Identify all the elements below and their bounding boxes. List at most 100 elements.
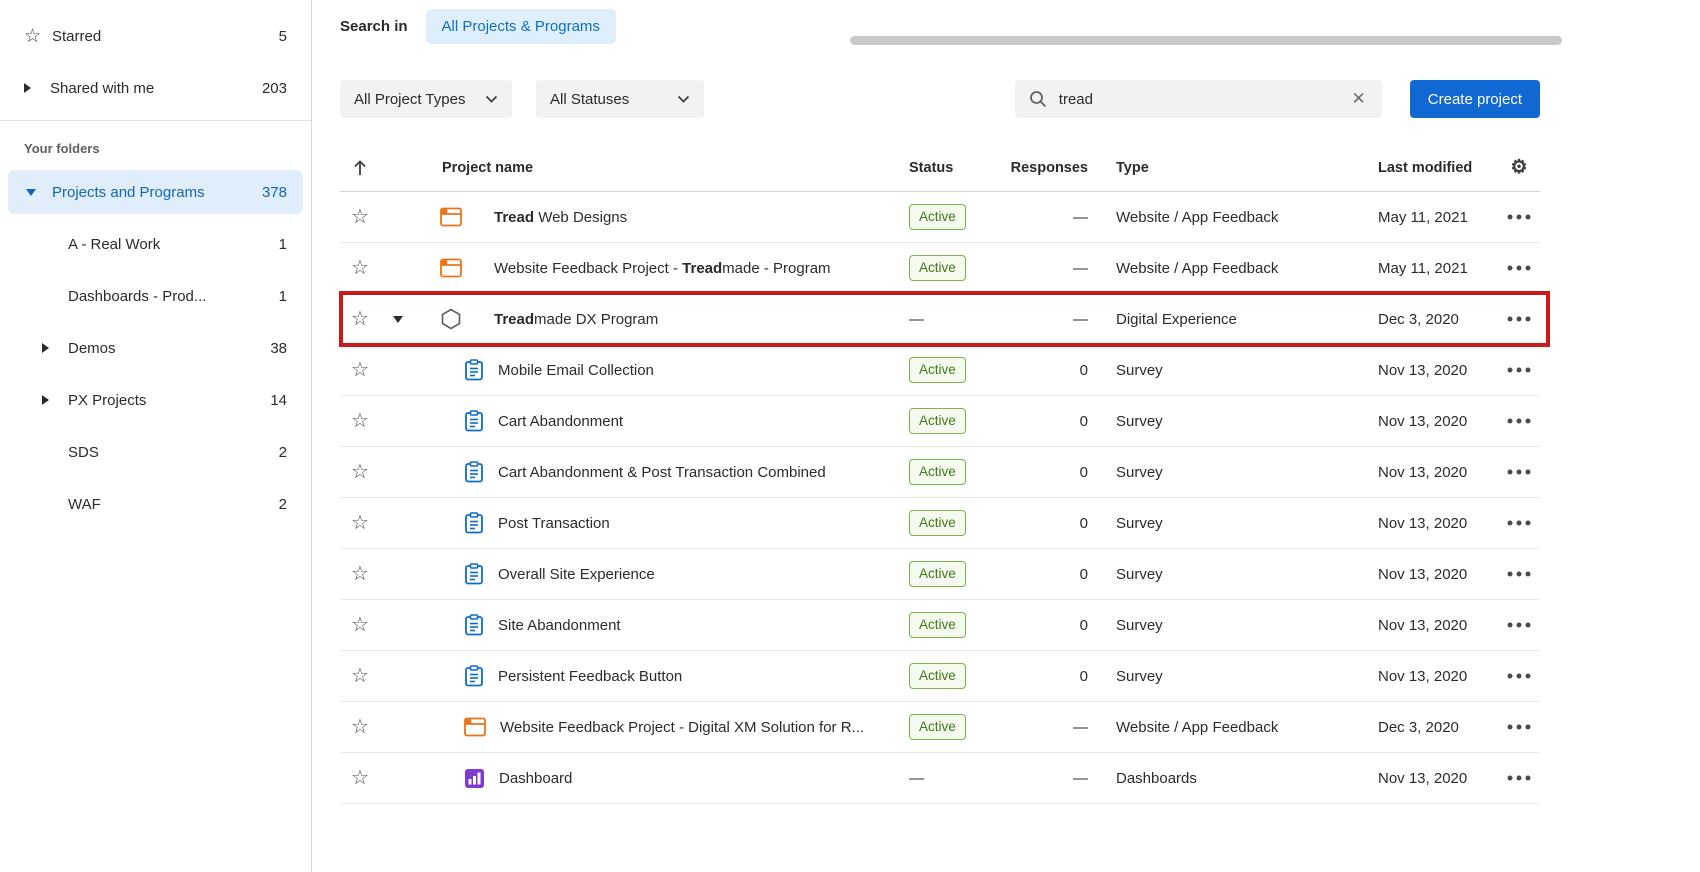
status-dropdown-label: All Statuses [550,91,629,108]
gear-icon[interactable]: ⚙ [1510,156,1527,179]
header-type[interactable]: Type [1088,160,1378,176]
website-feedback-icon [464,717,486,737]
folder-label: Dashboards - Prod... [68,288,206,305]
app-window: ☆ Starred 5 Shared with me 203 Your fold… [0,0,1700,872]
header-responses[interactable]: Responses [1009,160,1088,176]
star-icon[interactable]: ☆ [351,615,369,635]
project-name-cell[interactable]: Website Feedback Project - Treadmade - P… [416,258,909,278]
sidebar-folder-item[interactable]: Dashboards - Prod... 1 [8,274,303,318]
table-row[interactable]: ☆ Cart Abandonment Active 0 Survey Nov 1… [340,396,1540,447]
project-name-cell[interactable]: Website Feedback Project - Digital XM So… [416,717,909,737]
more-actions-icon[interactable] [1507,367,1531,373]
more-actions-icon[interactable] [1507,775,1531,781]
project-name-cell[interactable]: Mobile Email Collection [416,359,909,381]
project-name-cell[interactable]: Treadmade DX Program [416,308,909,330]
survey-icon [464,461,484,483]
star-icon[interactable]: ☆ [351,513,369,533]
project-name-cell[interactable]: Post Transaction [416,512,909,534]
sidebar-folder-item[interactable]: A - Real Work 1 [8,222,303,266]
create-project-button[interactable]: Create project [1410,80,1540,118]
header-project-name[interactable]: Project name [416,160,909,176]
more-actions-icon[interactable] [1507,418,1531,424]
table-row[interactable]: ☆ Cart Abandonment & Post Transaction Co… [340,447,1540,498]
sidebar-folder-item[interactable]: Projects and Programs 378 [8,170,303,214]
more-actions-icon[interactable] [1507,622,1531,628]
sidebar-item-starred[interactable]: ☆ Starred 5 [0,10,311,62]
more-actions-icon[interactable] [1507,214,1531,220]
table-row[interactable]: ☆ Overall Site Experience Active 0 Surve… [340,549,1540,600]
project-name-cell[interactable]: Cart Abandonment & Post Transaction Comb… [416,461,909,483]
modified-cell: Nov 13, 2020 [1378,770,1498,787]
search-input[interactable] [1057,90,1350,109]
more-actions-icon[interactable] [1507,724,1531,730]
clear-search-icon[interactable]: ✕ [1350,89,1368,109]
modified-cell: Nov 13, 2020 [1378,464,1498,481]
table-row[interactable]: ☆ Persistent Feedback Button Active 0 Su… [340,651,1540,702]
star-icon[interactable]: ☆ [351,360,369,380]
star-icon[interactable]: ☆ [351,258,369,278]
sidebar: ☆ Starred 5 Shared with me 203 Your fold… [0,0,312,872]
more-actions-icon[interactable] [1507,469,1531,475]
sidebar-item-shared-with-me[interactable]: Shared with me 203 [0,62,311,114]
header-status[interactable]: Status [909,160,1009,176]
more-actions-icon[interactable] [1507,265,1531,271]
star-icon[interactable]: ☆ [351,564,369,584]
search-box[interactable]: ✕ [1015,80,1382,118]
type-cell: Website / App Feedback [1088,260,1378,277]
caret-right-icon[interactable] [24,83,31,93]
horizontal-scrollbar[interactable] [850,36,1562,45]
more-actions-icon[interactable] [1507,673,1531,679]
project-type-dropdown[interactable]: All Project Types [340,80,512,118]
more-actions-icon[interactable] [1507,571,1531,577]
sidebar-folder-item[interactable]: PX Projects 14 [8,378,303,422]
table-row[interactable]: ☆ Website Feedback Project - Treadmade -… [340,243,1540,294]
caret-slot [42,343,68,353]
starred-count: 5 [279,28,287,45]
project-name-cell[interactable]: Overall Site Experience [416,563,909,585]
star-cell: ☆ [340,411,380,431]
star-icon[interactable]: ☆ [351,462,369,482]
header-last-modified[interactable]: Last modified [1378,160,1498,176]
type-cell: Dashboards [1088,770,1378,787]
star-cell: ☆ [340,258,380,278]
more-actions-icon[interactable] [1507,520,1531,526]
project-name-cell[interactable]: Dashboard [416,768,909,789]
project-name-cell[interactable]: Tread Web Designs [416,207,909,227]
actions-cell [1498,622,1540,628]
star-icon[interactable]: ☆ [351,717,369,737]
table-row[interactable]: ☆ Tread Web Designs Active — Website / A… [340,192,1540,243]
star-icon[interactable]: ☆ [351,666,369,686]
status-badge: Active [909,357,966,383]
star-icon[interactable]: ☆ [351,411,369,431]
table-row[interactable]: ☆ Treadmade DX Program — — Digital Exper… [340,294,1540,345]
more-actions-icon[interactable] [1507,316,1531,322]
table-row[interactable]: ☆ Website Feedback Project - Digital XM … [340,702,1540,753]
project-name: Website Feedback Project - Digital XM So… [500,719,864,736]
sidebar-folder-item[interactable]: SDS 2 [8,430,303,474]
project-name-cell[interactable]: Persistent Feedback Button [416,665,909,687]
scope-pill[interactable]: All Projects & Programs [426,9,616,44]
website-feedback-icon [440,258,462,278]
project-name-cell[interactable]: Site Abandonment [416,614,909,636]
survey-icon [464,614,484,636]
caret-down-icon[interactable] [26,189,36,196]
sidebar-folder-item[interactable]: WAF 2 [8,482,303,526]
star-icon[interactable]: ☆ [351,207,369,227]
status-cell: — [909,770,1009,787]
expand-cell [380,673,416,680]
sort-arrow-icon[interactable] [353,160,367,176]
table-row[interactable]: ☆ Post Transaction Active 0 Survey Nov 1… [340,498,1540,549]
table-row[interactable]: ☆ Site Abandonment Active 0 Survey Nov 1… [340,600,1540,651]
status-dropdown[interactable]: All Statuses [536,80,704,118]
collapse-caret-icon[interactable] [393,316,403,323]
responses-cell: — [1009,209,1088,226]
star-icon[interactable]: ☆ [351,768,369,788]
caret-right-icon[interactable] [42,343,49,353]
sidebar-folder-item[interactable]: Demos 38 [8,326,303,370]
caret-right-icon[interactable] [42,395,49,405]
project-name-cell[interactable]: Cart Abandonment [416,410,909,432]
table-row[interactable]: ☆ Mobile Email Collection Active 0 Surve… [340,345,1540,396]
table-row[interactable]: ☆ Dashboard — — Dashboards Nov 13, 2020 [340,753,1540,804]
star-icon[interactable]: ☆ [351,309,369,329]
type-cell: Website / App Feedback [1088,719,1378,736]
